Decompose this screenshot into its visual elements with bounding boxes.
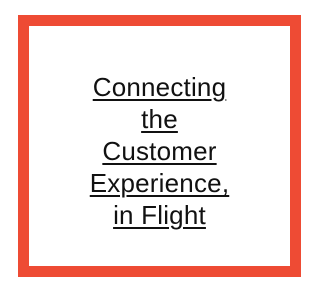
title-line-5: in Flight bbox=[113, 200, 206, 230]
title-line-4: Experience, bbox=[89, 168, 230, 198]
title-line-1: Connecting bbox=[92, 72, 227, 102]
title-line-3: Customer bbox=[102, 136, 217, 166]
title-line-2: the bbox=[141, 104, 178, 134]
feature-card[interactable]: Connecting the Customer Experience, in F… bbox=[18, 15, 301, 277]
card-title-link[interactable]: Connecting the Customer Experience, in F… bbox=[29, 71, 290, 231]
page: Connecting the Customer Experience, in F… bbox=[0, 0, 325, 293]
